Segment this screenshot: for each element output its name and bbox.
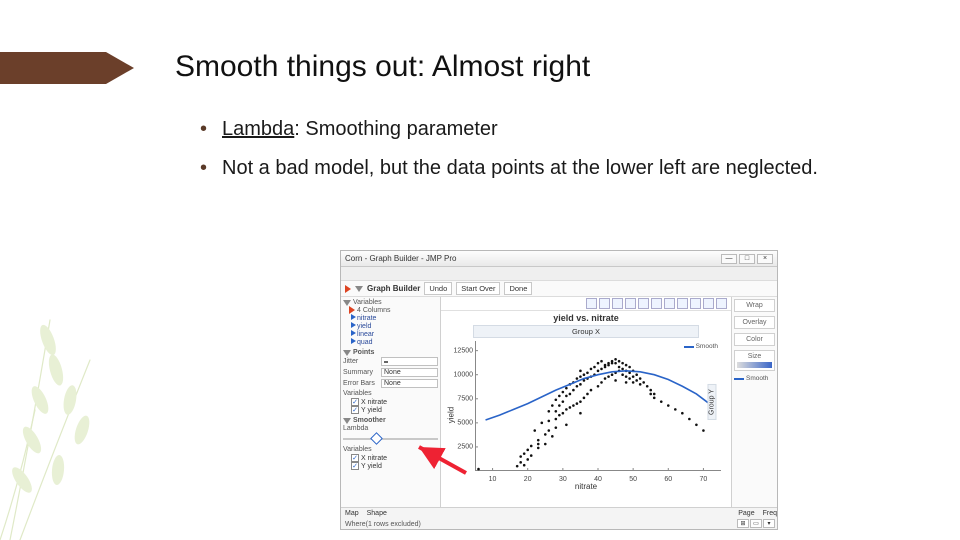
title-arrow-accent xyxy=(0,52,140,84)
column-item[interactable]: nitrate xyxy=(343,314,438,322)
maximize-button[interactable]: □ xyxy=(739,254,755,264)
group-y-dropzone[interactable]: Group Y xyxy=(708,384,717,420)
minimize-button[interactable]: — xyxy=(721,254,737,264)
footer-tool-icon[interactable]: ▾ xyxy=(763,519,775,528)
chart-type-icon[interactable] xyxy=(703,298,714,309)
bullet-list: Lambda: Smoothing parameter Not a bad mo… xyxy=(200,116,820,194)
points-row-errorbars[interactable]: Error BarsNone xyxy=(343,378,438,389)
disclosure-red-icon[interactable] xyxy=(345,285,351,293)
map-dropzone[interactable]: Map xyxy=(345,510,359,517)
chart-type-icon[interactable] xyxy=(690,298,701,309)
footer-tool-icon[interactable]: ⊞ xyxy=(737,519,749,528)
plot-title: yield vs. nitrate xyxy=(441,313,731,323)
points-row-jitter[interactable]: Jitter xyxy=(343,356,438,367)
disclosure-red-icon[interactable] xyxy=(349,306,355,314)
smoother-check-y[interactable]: ✓Y yield xyxy=(351,462,438,470)
lambda-slider[interactable] xyxy=(343,435,438,443)
close-button[interactable]: × xyxy=(757,254,773,264)
chart-type-icon[interactable] xyxy=(625,298,636,309)
points-label: Points xyxy=(353,349,374,356)
leaf-decoration xyxy=(0,260,120,540)
smoother-variables-label: Variables xyxy=(343,445,438,454)
chart-type-icon[interactable] xyxy=(612,298,623,309)
column-item[interactable]: yield xyxy=(343,322,438,330)
column-item[interactable]: linear xyxy=(343,330,438,338)
chart-type-icon[interactable] xyxy=(716,298,727,309)
left-pane: Variables 4 Columns nitrate yield linear… xyxy=(341,297,441,507)
footer-tools: ⊞ ▭ ▾ xyxy=(737,519,775,528)
freq-dropzone[interactable]: Freq xyxy=(763,510,777,517)
points-check-x[interactable]: ✓X nitrate xyxy=(351,398,438,406)
done-button[interactable]: Done xyxy=(504,282,532,295)
chevron-down-icon[interactable] xyxy=(343,300,351,306)
right-pane: Wrap Overlay Color Size Smooth xyxy=(731,297,777,507)
plot-pane: yield vs. nitrate Group X yield nitrate … xyxy=(441,297,731,507)
undo-button[interactable]: Undo xyxy=(424,282,452,295)
chart-type-icon[interactable] xyxy=(651,298,662,309)
column-item[interactable]: quad xyxy=(343,338,438,346)
panel-title: Graph Builder xyxy=(367,284,420,293)
points-row-summary[interactable]: SummaryNone xyxy=(343,367,438,378)
bullet-item: Lambda: Smoothing parameter xyxy=(200,116,820,143)
page-dropzone[interactable]: Page xyxy=(738,510,754,517)
bullet-item: Not a bad model, but the data points at … xyxy=(200,155,820,182)
plot-area[interactable]: Smooth 250050007500100001250010203040506… xyxy=(475,341,721,471)
columns-count: 4 Columns xyxy=(357,307,390,314)
chart-type-icon[interactable] xyxy=(664,298,675,309)
group-x-dropzone[interactable]: Group X xyxy=(473,325,699,338)
jmp-window: Corn - Graph Builder - JMP Pro — □ × Gra… xyxy=(340,250,778,530)
color-dropzone[interactable]: Color xyxy=(734,333,775,346)
footer-bar: Map Shape Page Freq Where(1 rows exclude… xyxy=(341,507,777,529)
smoother-label: Smoother xyxy=(353,417,386,424)
graph-builder-header: Graph Builder Undo Start Over Done xyxy=(341,281,777,297)
points-check-y[interactable]: ✓Y yield xyxy=(351,406,438,414)
menu-bar[interactable] xyxy=(341,267,777,281)
legend-entry: Smooth xyxy=(734,375,775,382)
chart-type-icon[interactable] xyxy=(586,298,597,309)
window-title: Corn - Graph Builder - JMP Pro xyxy=(345,254,456,263)
disclosure-gray-icon[interactable] xyxy=(355,286,363,292)
where-text: Where(1 rows excluded) xyxy=(345,521,421,528)
window-titlebar[interactable]: Corn - Graph Builder - JMP Pro — □ × xyxy=(341,251,777,267)
footer-tool-icon[interactable]: ▭ xyxy=(750,519,762,528)
start-over-button[interactable]: Start Over xyxy=(456,282,500,295)
chevron-down-icon[interactable] xyxy=(343,350,351,356)
lambda-row: Lambda xyxy=(343,424,438,433)
lambda-label: Lambda xyxy=(343,425,379,432)
shape-dropzone[interactable]: Shape xyxy=(367,510,387,517)
slide-title: Smooth things out: Almost right xyxy=(175,50,590,84)
size-dropzone[interactable]: Size xyxy=(734,350,775,371)
points-row-variables: Variables xyxy=(343,389,438,398)
chart-type-icon[interactable] xyxy=(638,298,649,309)
x-axis-label: nitrate xyxy=(441,482,731,491)
element-toolbar xyxy=(441,297,731,311)
chart-type-icon[interactable] xyxy=(599,298,610,309)
smoother-check-x[interactable]: ✓X nitrate xyxy=(351,454,438,462)
chart-type-icon[interactable] xyxy=(677,298,688,309)
chevron-down-icon[interactable] xyxy=(343,418,351,424)
overlay-dropzone[interactable]: Overlay xyxy=(734,316,775,329)
wrap-dropzone[interactable]: Wrap xyxy=(734,299,775,312)
variables-label: Variables xyxy=(353,299,382,306)
